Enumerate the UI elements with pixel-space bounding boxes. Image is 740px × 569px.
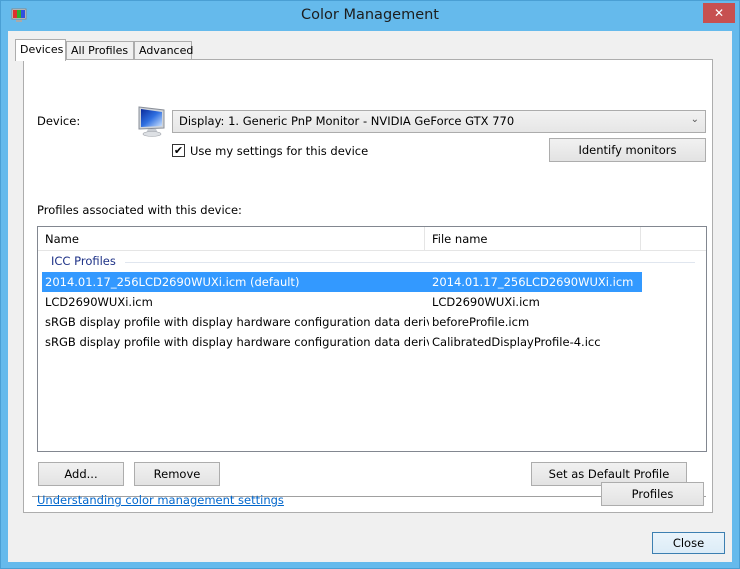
tab-devices[interactable]: Devices xyxy=(15,39,66,61)
column-header-file-name[interactable]: File name xyxy=(425,227,641,251)
close-button[interactable]: Close xyxy=(652,532,725,554)
checkmark-icon: ✔ xyxy=(173,144,184,157)
group-header-icc-profiles[interactable]: ICC Profiles xyxy=(51,254,116,268)
device-select[interactable]: Display: 1. Generic PnP Monitor - NVIDIA… xyxy=(172,110,706,133)
device-select-value: Display: 1. Generic PnP Monitor - NVIDIA… xyxy=(179,114,515,128)
understanding-color-management-link[interactable]: Understanding color management settings xyxy=(37,493,284,507)
close-icon: ✕ xyxy=(713,6,725,20)
profile-name: sRGB display profile with display hardwa… xyxy=(45,315,429,329)
use-my-settings-label[interactable]: Use my settings for this device xyxy=(190,144,368,158)
window-close-button[interactable]: ✕ xyxy=(703,3,735,23)
list-item[interactable]: sRGB display profile with display hardwa… xyxy=(42,312,642,332)
profile-name: LCD2690WUXi.icm xyxy=(45,295,153,309)
window-title: Color Management xyxy=(301,7,439,23)
devices-tab-panel: Device: Display: 1. Generic PnP Monitor … xyxy=(23,59,713,513)
add-profile-button[interactable]: Add... xyxy=(38,462,124,486)
list-item[interactable]: LCD2690WUXi.icm LCD2690WUXi.icm xyxy=(42,292,642,312)
profile-file: LCD2690WUXi.icm xyxy=(432,295,540,309)
chevron-down-icon: ⌄ xyxy=(690,114,699,125)
use-my-settings-checkbox[interactable]: ✔ xyxy=(172,144,185,157)
device-label: Device: xyxy=(37,114,81,128)
group-divider xyxy=(125,262,695,263)
profiles-section-label: Profiles associated with this device: xyxy=(37,203,242,217)
tab-advanced[interactable]: Advanced xyxy=(134,41,193,60)
title-bar[interactable]: Color Management ✕ xyxy=(1,1,739,31)
dialog-client-area: Devices All Profiles Advanced Device: Di… xyxy=(8,31,732,562)
tab-all-profiles[interactable]: All Profiles xyxy=(66,41,134,60)
profile-file: 2014.01.17_256LCD2690WUXi.icm xyxy=(429,272,642,292)
identify-monitors-button[interactable]: Identify monitors xyxy=(549,138,706,162)
profile-name: 2014.01.17_256LCD2690WUXi.icm (default) xyxy=(42,272,429,292)
profiles-list[interactable]: Name File name ICC Profiles 2014.01.17_2… xyxy=(37,226,707,452)
list-item[interactable]: sRGB display profile with display hardwa… xyxy=(42,332,642,352)
profile-file: CalibratedDisplayProfile-4.icc xyxy=(432,335,601,349)
remove-profile-button[interactable]: Remove xyxy=(134,462,220,486)
profile-name: sRGB display profile with display hardwa… xyxy=(45,335,429,349)
profile-file: beforeProfile.icm xyxy=(432,315,530,329)
monitor-icon xyxy=(138,106,165,137)
profiles-button[interactable]: Profiles xyxy=(601,482,704,506)
list-header: Name File name xyxy=(38,227,706,251)
list-item[interactable]: 2014.01.17_256LCD2690WUXi.icm (default) … xyxy=(42,272,642,292)
column-header-name[interactable]: Name xyxy=(38,227,425,251)
color-management-window: Color Management ✕ Devices All Profiles … xyxy=(0,0,740,569)
